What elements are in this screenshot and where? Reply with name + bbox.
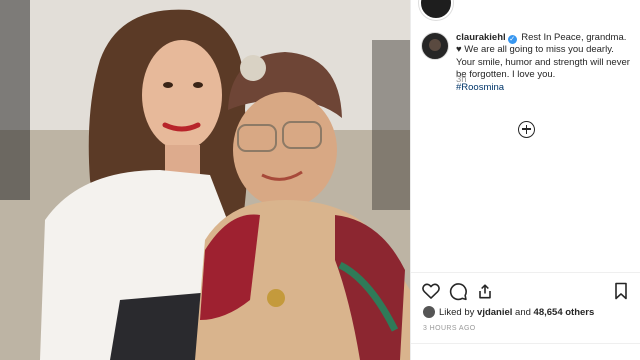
share-icon[interactable]	[475, 281, 495, 301]
liker-username[interactable]: vjdaniel	[477, 307, 512, 318]
divider	[411, 272, 640, 273]
liker-avatar[interactable]	[423, 306, 435, 318]
divider	[411, 343, 640, 344]
post-photo[interactable]	[0, 0, 410, 360]
instagram-post-view: claurakiehl ✓ Rest In Peace, grandma. ♥ W…	[0, 0, 640, 360]
likes-prefix: Liked by	[439, 307, 475, 318]
caption-time: 3h	[456, 74, 467, 85]
heart-icon[interactable]	[421, 281, 441, 301]
post-timestamp: 3 HOURS AGO	[423, 325, 476, 332]
likes-summary: Liked by vjdaniel and 48,654 others	[423, 306, 594, 320]
post-side-panel: claurakiehl ✓ Rest In Peace, grandma. ♥ W…	[410, 0, 640, 360]
comment-icon[interactable]	[448, 281, 468, 301]
verified-badge-icon: ✓	[507, 35, 517, 44]
caption: claurakiehl ✓ Rest In Peace, grandma. ♥ W…	[456, 32, 634, 94]
load-more-comments-icon[interactable]	[518, 121, 535, 138]
bookmark-icon[interactable]	[611, 281, 631, 301]
avatar[interactable]	[421, 32, 449, 60]
likes-count[interactable]: 48,654 others	[534, 307, 595, 318]
username-link[interactable]: claurakiehl	[456, 32, 506, 43]
photo-illustration	[0, 0, 410, 360]
header-avatar[interactable]	[419, 0, 453, 20]
likes-conjunction: and	[515, 307, 531, 318]
